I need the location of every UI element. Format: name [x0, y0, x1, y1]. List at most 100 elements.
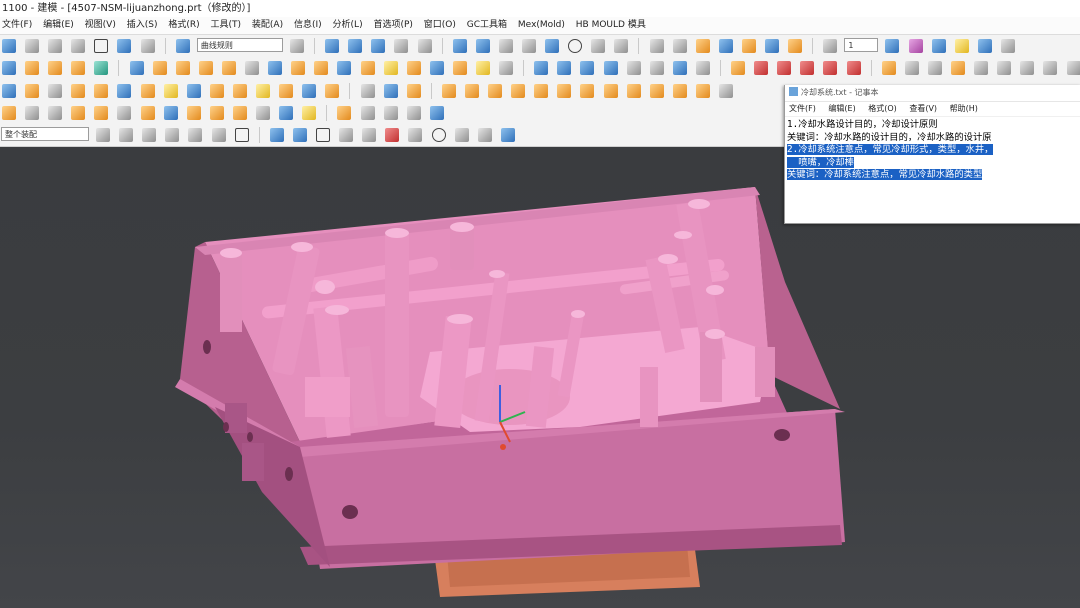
mold-base-icon[interactable]: [2, 84, 16, 98]
subtract-icon[interactable]: [788, 39, 803, 53]
component-3-icon[interactable]: [488, 84, 503, 98]
pen-icon[interactable]: [904, 61, 919, 75]
mex-logo-icon[interactable]: [881, 61, 896, 75]
menu-format[interactable]: 格式(R): [164, 17, 203, 34]
parting-icon[interactable]: [117, 84, 132, 98]
analysis-icon[interactable]: [954, 39, 969, 53]
undo-icon[interactable]: [117, 39, 132, 53]
display-style-icon[interactable]: [394, 39, 409, 53]
section-view-icon[interactable]: [452, 39, 467, 53]
notepad-menu-view[interactable]: 查看(V): [909, 104, 937, 113]
copy-layer-icon[interactable]: [908, 39, 923, 53]
component-7-icon[interactable]: [580, 84, 595, 98]
snap-line-icon[interactable]: [339, 128, 354, 142]
scale-body-icon[interactable]: [475, 61, 490, 75]
cooling-standard-icon[interactable]: [256, 84, 271, 98]
revolve-icon[interactable]: [718, 39, 733, 53]
snap-center-icon[interactable]: [385, 128, 400, 142]
sprue-icon[interactable]: [302, 84, 317, 98]
window-icon[interactable]: [383, 106, 398, 120]
measure-icon[interactable]: [977, 39, 992, 53]
table-icon[interactable]: [48, 106, 63, 120]
component-12-icon[interactable]: [695, 84, 710, 98]
wcs-icon[interactable]: [475, 39, 490, 53]
move-layer-icon[interactable]: [885, 39, 900, 53]
fill-icon[interactable]: [383, 84, 398, 98]
component-4-icon[interactable]: [511, 84, 526, 98]
guide-pin-icon[interactable]: [209, 106, 224, 120]
cooling-icon[interactable]: [754, 61, 769, 75]
menu-information[interactable]: 信息(I): [290, 17, 326, 34]
slider-icon[interactable]: [846, 61, 861, 75]
trim-body-icon[interactable]: [268, 61, 283, 75]
work-layer-combo[interactable]: 1: [844, 38, 879, 52]
notepad-menu-edit[interactable]: 编辑(E): [828, 104, 855, 113]
assembly-nav-icon[interactable]: [25, 106, 40, 120]
split-body-icon[interactable]: [291, 61, 306, 75]
snap-mid-icon[interactable]: [316, 128, 331, 142]
box-select-icon[interactable]: [234, 128, 249, 142]
shell-icon[interactable]: [245, 61, 260, 75]
tools-icon[interactable]: [71, 106, 86, 120]
core-cavity-icon[interactable]: [140, 84, 155, 98]
replace-face-icon[interactable]: [337, 61, 352, 75]
menu-analysis[interactable]: 分析(L): [329, 17, 367, 34]
paste-icon[interactable]: [71, 39, 86, 53]
component-8-icon[interactable]: [603, 84, 618, 98]
component-6-icon[interactable]: [557, 84, 572, 98]
menu-hb-mould[interactable]: HB MOULD 模具: [572, 17, 650, 34]
cutter-icon[interactable]: [302, 106, 317, 120]
cut-icon[interactable]: [25, 39, 40, 53]
work-part-icon[interactable]: [2, 106, 16, 120]
dimension-icon[interactable]: [951, 61, 966, 75]
sync-pull-face-icon[interactable]: [557, 61, 572, 75]
ejector-icon[interactable]: [777, 61, 792, 75]
lifter-icon[interactable]: [94, 84, 109, 98]
boss-icon[interactable]: [94, 61, 109, 75]
zoom-icon[interactable]: [429, 106, 444, 120]
extrude-icon[interactable]: [695, 39, 710, 53]
menu-mex-mold[interactable]: Mex(Mold): [514, 17, 569, 34]
plate-icon[interactable]: [163, 106, 178, 120]
ejector-pin-icon[interactable]: [279, 84, 294, 98]
menu-view[interactable]: 视图(V): [81, 17, 120, 34]
search-icon[interactable]: [289, 39, 304, 53]
redo-icon[interactable]: [140, 39, 155, 53]
star-icon[interactable]: [997, 61, 1012, 75]
runner-icon[interactable]: [823, 61, 838, 75]
standard-part-icon[interactable]: [25, 84, 40, 98]
snap-grid-icon[interactable]: [325, 39, 340, 53]
sync-delete-face-icon[interactable]: [626, 61, 641, 75]
sync-move-face-icon[interactable]: [534, 61, 549, 75]
edge-blend-icon[interactable]: [383, 61, 398, 75]
cone-icon[interactable]: [48, 61, 63, 75]
snap-tangent-icon[interactable]: [477, 128, 492, 142]
drafting-icon[interactable]: [927, 61, 942, 75]
circle-icon[interactable]: [568, 39, 583, 53]
menu-window[interactable]: 窗口(O): [420, 17, 460, 34]
bolt-icon[interactable]: [94, 106, 109, 120]
select-all-icon[interactable]: [96, 128, 111, 142]
menu-file[interactable]: 文件(F): [0, 17, 36, 34]
view-orient-icon[interactable]: [348, 39, 363, 53]
snap-end-icon[interactable]: [292, 128, 307, 142]
pad-icon[interactable]: [152, 61, 167, 75]
notepad-menu-help[interactable]: 帮助(H): [950, 104, 978, 113]
sketch-icon[interactable]: [498, 39, 513, 53]
transform-icon[interactable]: [209, 84, 224, 98]
hole-icon[interactable]: [741, 39, 756, 53]
wave-link-icon[interactable]: [406, 84, 421, 98]
menu-preferences[interactable]: 首选项(P): [369, 17, 416, 34]
sphere-icon[interactable]: [71, 61, 86, 75]
camera-icon[interactable]: [279, 106, 294, 120]
component-10-icon[interactable]: [649, 84, 664, 98]
block-icon[interactable]: [2, 61, 16, 75]
save-icon[interactable]: [2, 39, 16, 53]
eye-icon[interactable]: [406, 106, 421, 120]
point-icon[interactable]: [614, 39, 629, 53]
sync-copy-face-icon[interactable]: [672, 61, 687, 75]
layer-visible-icon[interactable]: [931, 39, 946, 53]
datum-axis-icon[interactable]: [672, 39, 687, 53]
filter-icon[interactable]: [211, 128, 226, 142]
insert-icon[interactable]: [71, 84, 86, 98]
